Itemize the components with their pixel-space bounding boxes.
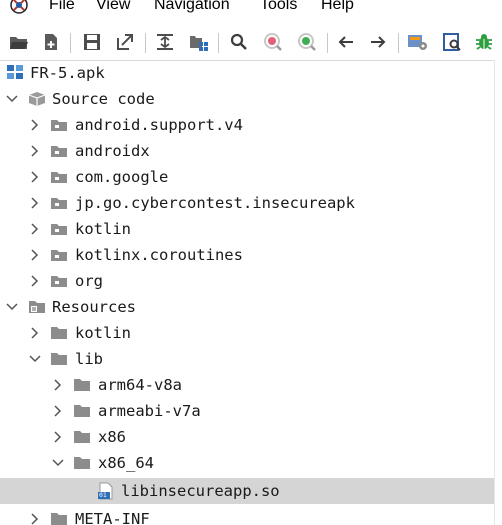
chevron-down-icon[interactable] (6, 93, 18, 105)
menu-navigation[interactable]: Navigation (154, 0, 230, 14)
folder-icon (51, 513, 67, 525)
find-usage-icon[interactable] (295, 30, 319, 54)
tree-item-label: libinsecureapp.so (121, 482, 280, 500)
apk-icon (7, 65, 23, 79)
tree-item-resources[interactable]: Resources (0, 294, 494, 320)
tree-item-label: kotlinx.coroutines (75, 246, 243, 264)
tree-item-package[interactable]: kotlinx.coroutines (0, 242, 494, 268)
back-icon[interactable] (334, 30, 358, 54)
package-folder-icon (51, 198, 67, 209)
log-viewer-icon[interactable] (440, 30, 464, 54)
tree-root-apk[interactable]: FR-5.apk (0, 60, 494, 86)
tree-item-label: Resources (52, 298, 136, 316)
tree-item-package[interactable]: org (0, 268, 494, 294)
chevron-right-icon[interactable] (29, 275, 41, 287)
package-folder-icon (51, 172, 67, 183)
tree-item-label: armeabi-v7a (98, 402, 201, 420)
tree-item-label: x86_64 (98, 454, 154, 472)
tree-item-label: META-INF (75, 510, 150, 525)
folder-icon (74, 379, 90, 391)
add-file-icon[interactable] (39, 30, 63, 54)
menu-tools[interactable]: Tools (260, 0, 297, 14)
tree-item-res-kotlin[interactable]: kotlin (0, 320, 494, 346)
menu-bar: File View Navigation Tools Help (0, 0, 502, 20)
chevron-right-icon[interactable] (29, 327, 41, 339)
toolbar (0, 24, 502, 61)
tree-item-label: com.google (75, 168, 169, 186)
folder-icon (51, 353, 67, 365)
flatten-packages-icon[interactable] (187, 30, 211, 54)
tree-item-lib-dir[interactable]: x86 (0, 424, 494, 450)
chevron-right-icon[interactable] (29, 223, 41, 235)
tree-item-so-file[interactable]: 01 libinsecureapp.so (0, 478, 494, 504)
chevron-right-icon[interactable] (29, 249, 41, 261)
chevron-right-icon[interactable] (52, 405, 64, 417)
tree-item-lib-dir[interactable]: arm64-v8a (0, 372, 494, 398)
chevron-right-icon[interactable] (29, 197, 41, 209)
jadx-logo-icon (10, 0, 28, 14)
tree-item-label: lib (75, 350, 103, 368)
menu-view[interactable]: View (96, 0, 130, 14)
tree-item-res-lib[interactable]: lib (0, 346, 494, 372)
tree-item-label: Source code (52, 90, 155, 108)
chevron-right-icon[interactable] (29, 171, 41, 183)
open-folder-icon[interactable] (7, 30, 31, 54)
package-folder-icon (51, 120, 67, 131)
tree-item-package[interactable]: androidx (0, 138, 494, 164)
tree-item-label: android.support.v4 (75, 116, 243, 134)
debugger-icon[interactable] (472, 30, 496, 54)
export-icon[interactable] (113, 30, 137, 54)
tree-item-lib-dir[interactable]: x86_64 (0, 450, 494, 476)
tree-scrollbar[interactable] (494, 60, 502, 525)
deobfuscation-icon[interactable] (406, 30, 430, 54)
tree-item-label: kotlin (75, 324, 131, 342)
tree-item-label: x86 (98, 428, 126, 446)
package-folder-icon (51, 250, 67, 261)
tree-item-label: arm64-v8a (98, 376, 182, 394)
chevron-right-icon[interactable] (29, 513, 41, 525)
folder-icon (74, 405, 90, 417)
chevron-down-icon[interactable] (29, 353, 41, 365)
tree-item-source-code[interactable]: Source code (0, 86, 494, 112)
menu-file[interactable]: File (49, 0, 75, 14)
tree-item-meta-inf[interactable]: META-INF (0, 506, 494, 525)
chevron-right-icon[interactable] (29, 145, 41, 157)
folder-icon (51, 327, 67, 339)
project-tree: FR-5.apk Source code android.support.v4 … (0, 60, 494, 525)
folder-icon (74, 431, 90, 443)
chevron-down-icon[interactable] (52, 457, 64, 469)
tree-item-package[interactable]: com.google (0, 164, 494, 190)
tree-item-lib-dir[interactable]: armeabi-v7a (0, 398, 494, 424)
find-class-icon[interactable] (261, 30, 285, 54)
tree-item-package[interactable]: kotlin (0, 216, 494, 242)
tree-item-label: kotlin (75, 220, 131, 238)
chevron-right-icon[interactable] (52, 431, 64, 443)
tree-item-package[interactable]: android.support.v4 (0, 112, 494, 138)
forward-icon[interactable] (366, 30, 390, 54)
search-icon[interactable] (227, 30, 251, 54)
tree-item-package[interactable]: jp.go.cybercontest.insecureapk (0, 190, 494, 216)
chevron-right-icon[interactable] (29, 119, 41, 131)
resources-folder-icon (29, 301, 45, 313)
folder-icon (74, 457, 90, 469)
package-folder-icon (51, 146, 67, 157)
chevron-down-icon[interactable] (6, 301, 18, 313)
source-code-icon (28, 92, 46, 106)
save-icon[interactable] (80, 30, 104, 54)
chevron-right-icon[interactable] (52, 379, 64, 391)
binary-badge-text: 01 (99, 491, 107, 499)
tree-root-label: FR-5.apk (30, 64, 105, 82)
package-folder-icon (51, 224, 67, 235)
sync-icon[interactable] (153, 30, 177, 54)
tree-item-label: androidx (75, 142, 150, 160)
tree-item-label: jp.go.cybercontest.insecureapk (75, 194, 355, 212)
menu-help[interactable]: Help (321, 0, 354, 14)
tree-item-label: org (75, 272, 103, 290)
package-folder-icon (51, 276, 67, 287)
